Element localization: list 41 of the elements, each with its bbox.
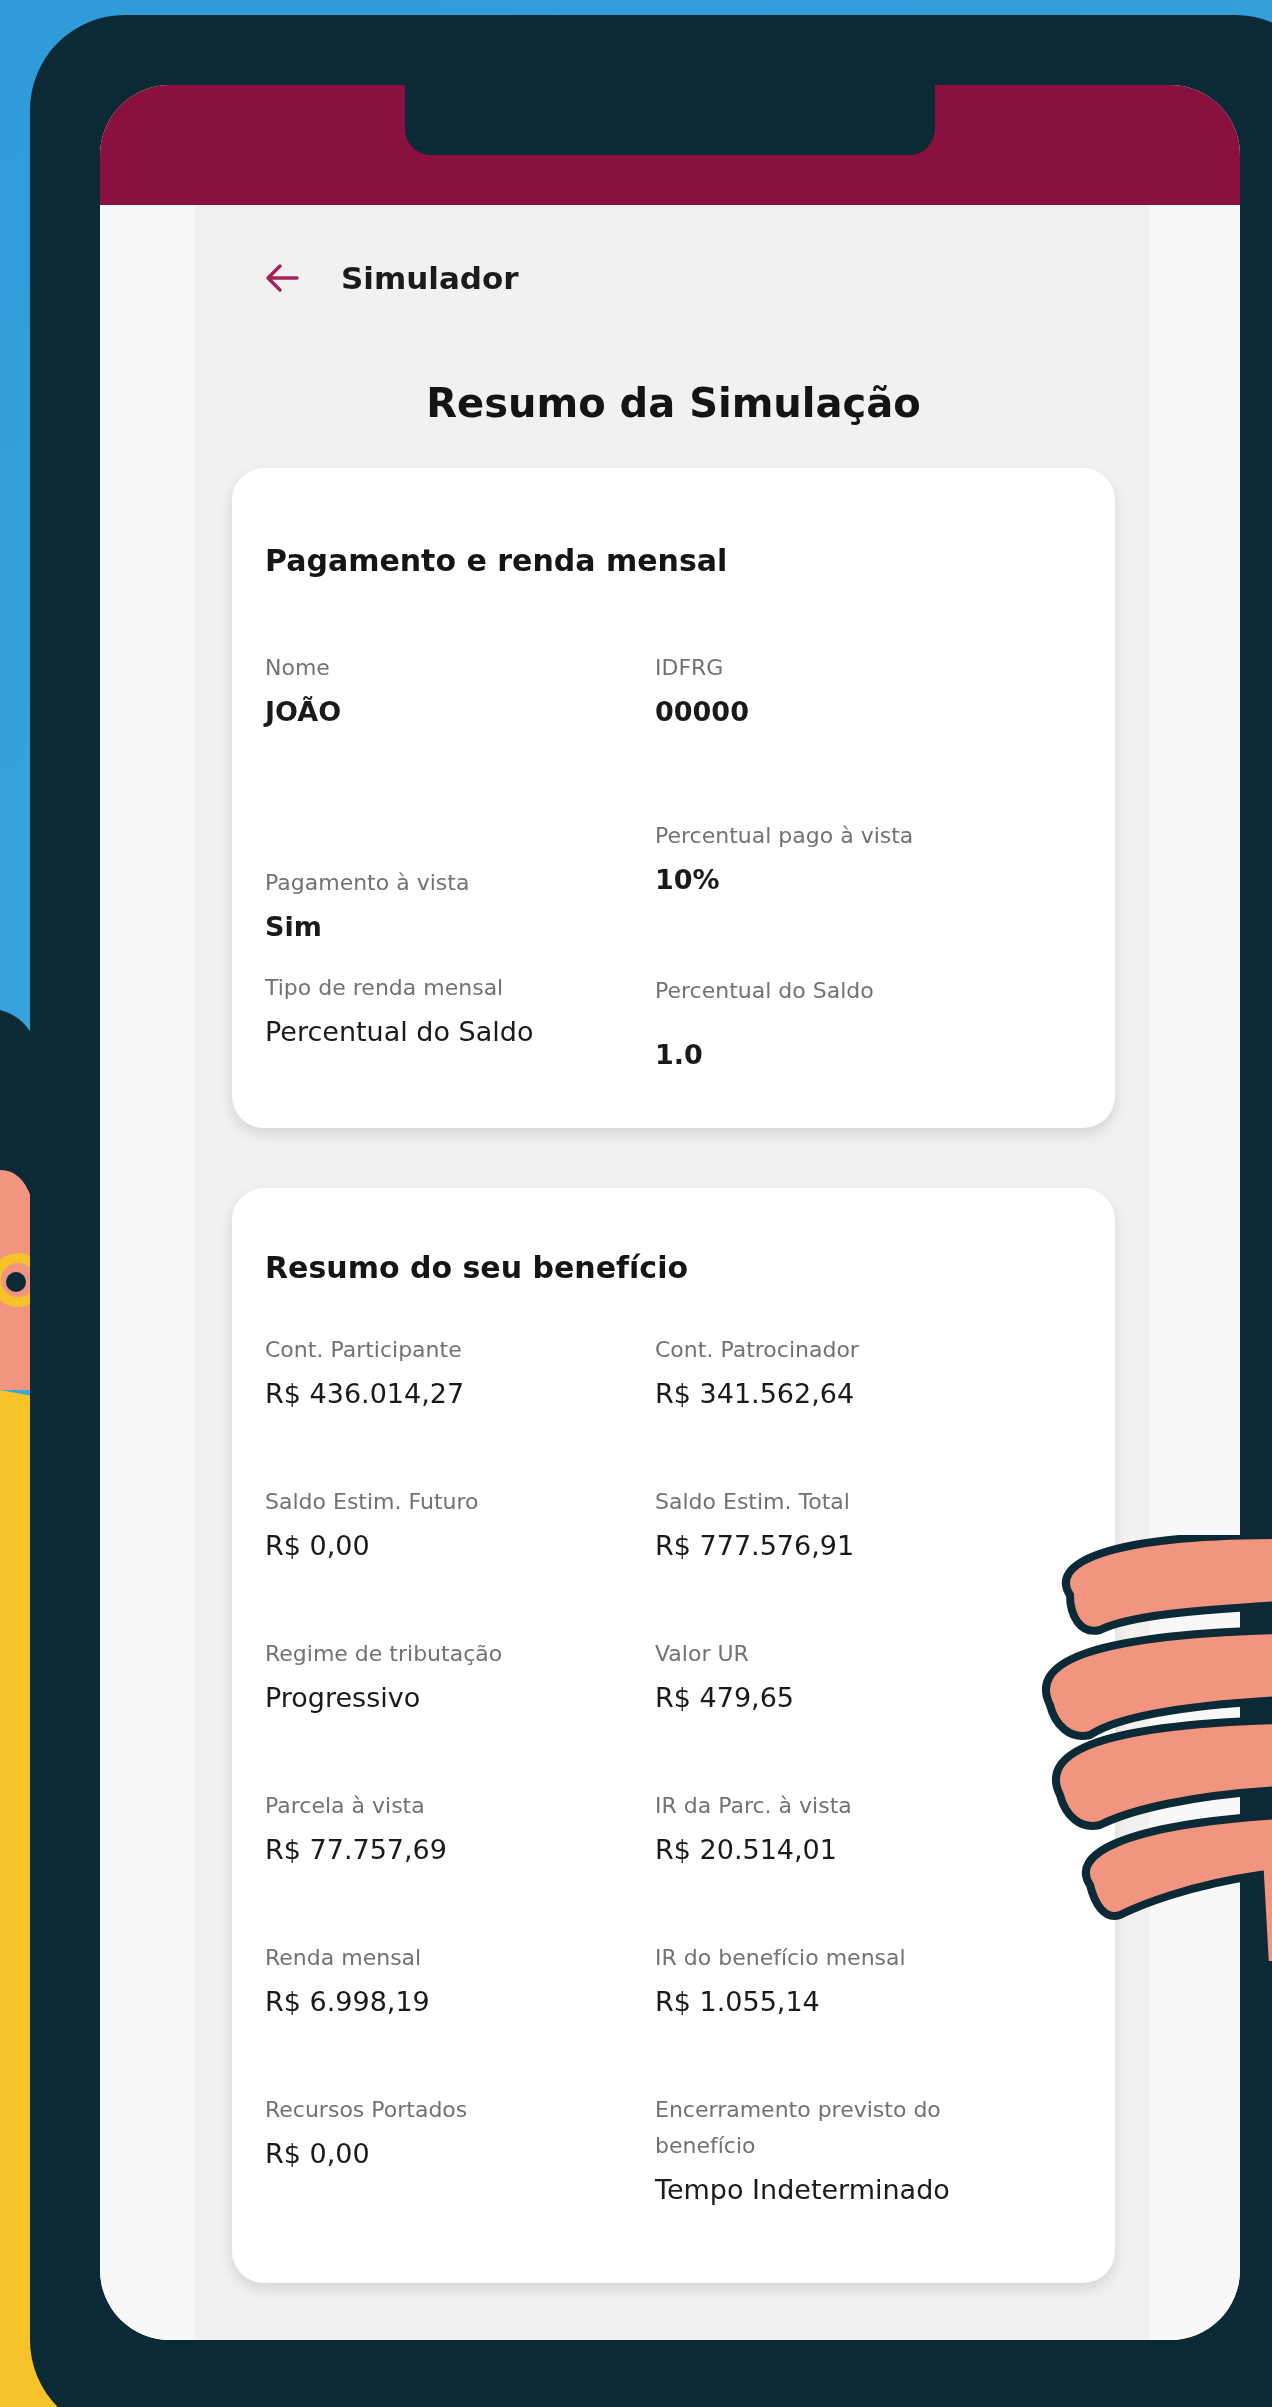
field-label: Encerramento previsto do benefício (655, 2096, 942, 2160)
field-label: Renda mensal (265, 1944, 423, 1972)
field-label: Percentual pago à vista (655, 822, 915, 850)
field-value: R$ 0,00 (265, 2137, 371, 2171)
card-title: Pagamento e renda mensal (265, 542, 729, 580)
field-label: Pagamento à vista (265, 869, 471, 897)
field-value: R$ 436.014,27 (265, 1377, 466, 1411)
field-label: Cont. Participante (265, 1336, 463, 1364)
field-label: Nome (265, 654, 331, 682)
field-value: R$ 20.514,01 (655, 1833, 838, 1867)
field-label: Recursos Portados (265, 2096, 469, 2124)
field-value: Tempo Indeterminado (655, 2173, 951, 2207)
field-value: Percentual do Saldo (265, 1015, 535, 1049)
field-label: Saldo Estim. Total (655, 1488, 851, 1516)
field-value: R$ 0,00 (265, 1529, 371, 1563)
screen-title: Simulador (341, 260, 519, 296)
field-label: Percentual do Saldo (655, 977, 875, 1005)
field-label: Cont. Patrocinador (655, 1336, 860, 1364)
field-value: Sim (265, 910, 323, 944)
field-value: JOÃO (265, 695, 343, 729)
field-value: 1.0 (655, 1038, 704, 1072)
field-value: R$ 341.562,64 (655, 1377, 856, 1411)
field-label: IR do benefício mensal (655, 1944, 907, 1972)
field-label: IDFRG (655, 654, 725, 682)
field-value: Progressivo (265, 1681, 422, 1715)
field-value: 00000 (655, 695, 750, 729)
field-value: R$ 6.998,19 (265, 1985, 431, 2019)
page-title: Resumo da Simulação (425, 379, 922, 428)
field-label: IR da Parc. à vista (655, 1792, 853, 1820)
field-label: Tipo de renda mensal (265, 974, 505, 1002)
field-label: Saldo Estim. Futuro (265, 1488, 480, 1516)
card-title: Resumo do seu benefício (265, 1249, 690, 1287)
field-value: 10% (655, 863, 721, 897)
field-label: Parcela à vista (265, 1792, 426, 1820)
field-value: R$ 77.757,69 (265, 1833, 448, 1867)
field-value: R$ 479,65 (655, 1681, 795, 1715)
field-value: R$ 1.055,14 (655, 1985, 821, 2019)
back-arrow-icon[interactable] (265, 263, 299, 293)
field-label: Regime de tributação (265, 1640, 504, 1668)
field-label: Valor UR (655, 1640, 750, 1668)
field-value: R$ 777.576,91 (655, 1529, 856, 1563)
